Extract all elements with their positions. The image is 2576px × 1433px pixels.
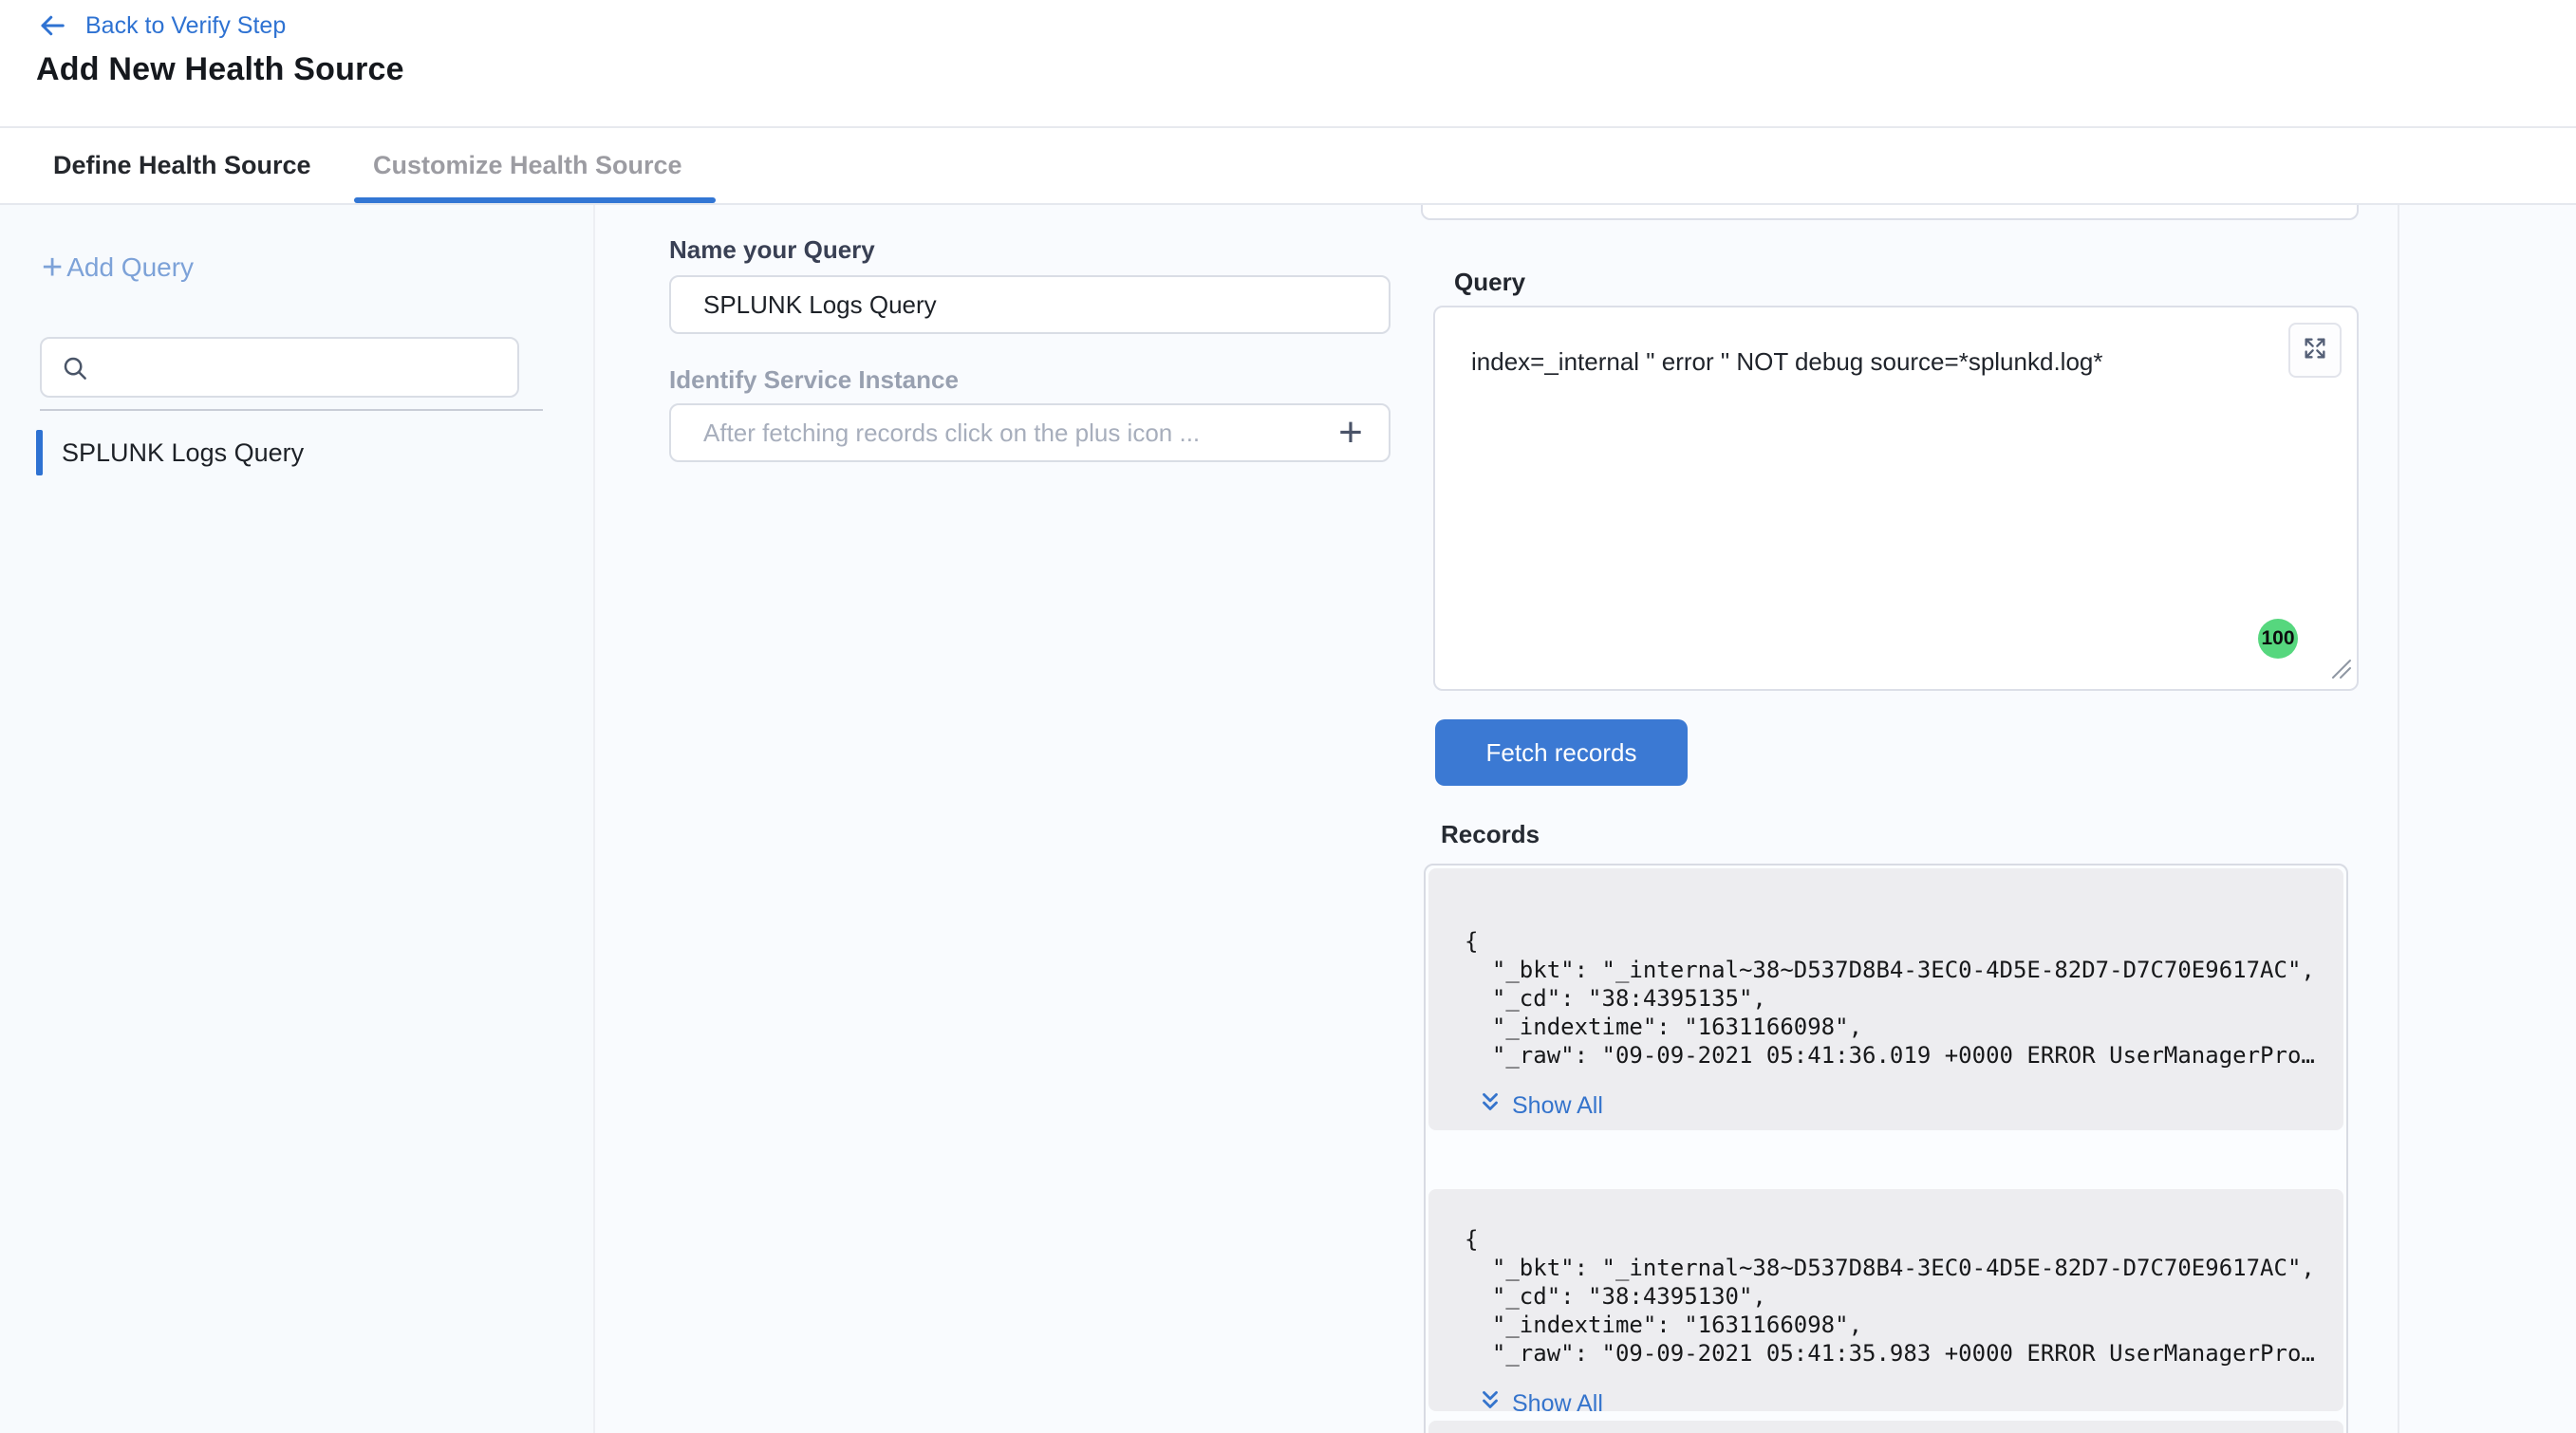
query-label: Query bbox=[1454, 268, 1525, 297]
query-name-input[interactable] bbox=[669, 275, 1391, 334]
show-all-link[interactable]: Show All bbox=[1478, 1090, 2343, 1122]
json-line: "_raw": "09-09-2021 05:41:35.983 +0000 E… bbox=[1465, 1339, 2343, 1368]
back-arrow-icon bbox=[36, 11, 68, 40]
page-title: Add New Health Source bbox=[36, 51, 404, 88]
sidebar-divider bbox=[40, 409, 543, 411]
tab-customize-health-source[interactable]: Customize Health Source bbox=[373, 151, 682, 180]
json-line: { bbox=[1465, 1225, 2343, 1254]
add-query-label: Add Query bbox=[66, 252, 194, 283]
fetch-records-button[interactable]: Fetch records bbox=[1435, 719, 1688, 786]
content-area: + Add Query SPLUNK Logs Query Name your … bbox=[0, 205, 2576, 1433]
tab-define-health-source[interactable]: Define Health Source bbox=[53, 151, 311, 180]
record-json: { "_bkt": "_internal~38~D537D8B4-3EC0-4D… bbox=[1428, 1189, 2343, 1368]
expand-icon bbox=[2302, 335, 2328, 366]
show-all-link[interactable]: Show All bbox=[1478, 1388, 2343, 1420]
search-input[interactable] bbox=[101, 343, 503, 392]
query-sidebar: + Add Query SPLUNK Logs Query bbox=[0, 205, 595, 1433]
json-line: "_raw": "09-09-2021 05:41:36.019 +0000 E… bbox=[1465, 1041, 2343, 1070]
json-line: "_cd": "38:4395130", bbox=[1465, 1282, 2343, 1311]
service-instance-input[interactable] bbox=[669, 403, 1391, 462]
tab-bar: Define Health Source Customize Health So… bbox=[0, 128, 2576, 205]
selected-indicator-bar bbox=[36, 430, 43, 475]
records-label: Records bbox=[1441, 820, 1540, 849]
query-search-box bbox=[40, 337, 519, 398]
add-query-button[interactable]: + Add Query bbox=[42, 252, 194, 283]
query-text[interactable]: index=_internal " error " NOT debug sour… bbox=[1471, 347, 2252, 377]
query-editor[interactable]: index=_internal " error " NOT debug sour… bbox=[1433, 306, 2359, 691]
record-json: { "_bkt": "_internal~38~D537D8B4-3EC0-4D… bbox=[1428, 868, 2343, 1070]
record-card bbox=[1428, 1421, 2343, 1433]
service-instance-add-button[interactable]: + bbox=[1326, 405, 1375, 460]
json-line: "_indextime": "1631166098", bbox=[1465, 1311, 2343, 1339]
plus-icon: + bbox=[42, 254, 63, 281]
record-card: { "_bkt": "_internal~38~D537D8B4-3EC0-4D… bbox=[1428, 1189, 2343, 1411]
resize-grip-icon[interactable] bbox=[2327, 655, 2352, 684]
double-chevron-down-icon bbox=[1478, 1388, 1503, 1420]
show-all-label: Show All bbox=[1512, 1092, 1603, 1120]
double-chevron-down-icon bbox=[1478, 1090, 1503, 1122]
json-line: "_cd": "38:4395135", bbox=[1465, 984, 2343, 1013]
record-count-badge: 100 bbox=[2258, 619, 2298, 659]
json-line: "_bkt": "_internal~38~D537D8B4-3EC0-4D5E… bbox=[1465, 1254, 2343, 1282]
json-line: "_indextime": "1631166098", bbox=[1465, 1013, 2343, 1041]
records-panel: { "_bkt": "_internal~38~D537D8B4-3EC0-4D… bbox=[1424, 864, 2348, 1433]
active-tab-indicator bbox=[354, 197, 716, 203]
query-item-label: SPLUNK Logs Query bbox=[62, 438, 304, 468]
back-link[interactable]: Back to Verify Step bbox=[36, 11, 286, 40]
name-query-label: Name your Query bbox=[669, 235, 875, 265]
service-instance-label: Identify Service Instance bbox=[669, 365, 959, 395]
right-panel-divider bbox=[2398, 205, 2399, 1433]
service-instance-field: + bbox=[669, 403, 1391, 462]
json-line: "_bkt": "_internal~38~D537D8B4-3EC0-4D5E… bbox=[1465, 956, 2343, 984]
sidebar-item-splunk-logs-query[interactable]: SPLUNK Logs Query bbox=[36, 430, 304, 475]
plus-icon: + bbox=[1338, 409, 1363, 456]
add-health-source-screen: Back to Verify Step Add New Health Sourc… bbox=[0, 0, 2576, 1433]
json-line: { bbox=[1465, 927, 2343, 956]
header: Back to Verify Step Add New Health Sourc… bbox=[0, 0, 2576, 128]
show-all-label: Show All bbox=[1512, 1390, 1603, 1418]
expand-query-button[interactable] bbox=[2288, 323, 2342, 378]
back-link-label: Back to Verify Step bbox=[85, 12, 286, 40]
record-card: { "_bkt": "_internal~38~D537D8B4-3EC0-4D… bbox=[1428, 868, 2343, 1130]
